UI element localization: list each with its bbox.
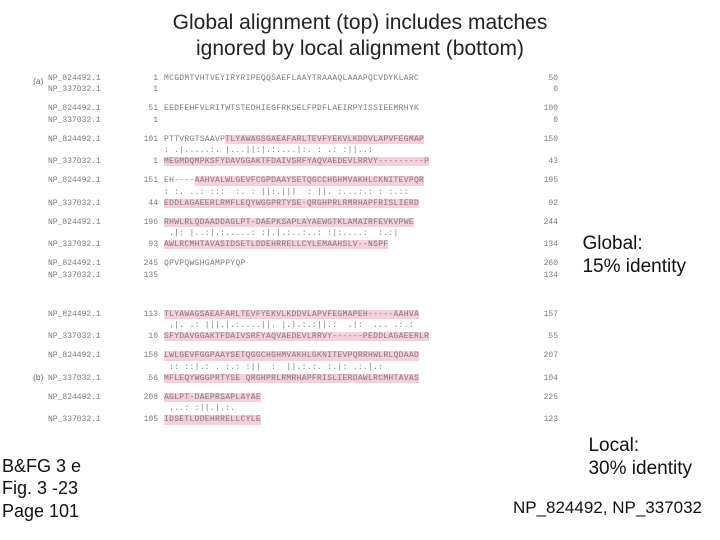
- seq-row: NP_337032.193AWLRCMHTAVASIDSETLDDEHRRELL…: [48, 240, 558, 249]
- match-row: .|: |..:|.:.....: :|.|.:..:..: :|:....: …: [48, 229, 558, 238]
- seq-row: NP_824492.1208AGLPT-DAEPRSAPLAYAE225: [48, 393, 558, 402]
- match-row: .|. .: |||.|.:....||. |.|.:.:||.: .|: ..…: [48, 321, 558, 330]
- title-line1: Global alignment (top) includes matches: [173, 11, 548, 34]
- seq-row: NP_824492.1196RHWLRLQDAADDAGLPT-DAEPKSAP…: [48, 218, 558, 227]
- global-annotation: Global: 15% identity: [582, 233, 686, 279]
- seq-row: NP_824492.1113TLYAWAGSAEAFARLTEVFYEKVLKD…: [48, 310, 558, 319]
- seq-row: NP_337032.110: [48, 85, 558, 94]
- reference-citation: B&FG 3 e Fig. 3 -23 Page 101: [2, 455, 81, 523]
- panel-b-label: (b): [33, 372, 43, 382]
- seq-row: NP_337032.110: [48, 116, 558, 125]
- alignment-panel: NP_824492.11MCGDMTVHTVEYIRYRIPEQQSAEFLAA…: [48, 74, 558, 427]
- match-row: ...: :||.|.:.: [48, 404, 558, 413]
- match-row: : :. ..: ::: :. : ||:.||| : ||. :...:.: …: [48, 188, 558, 197]
- seq-row: NP_337032.110SFYDAVGGAKTFDAIVSRFYAQVAEDE…: [48, 332, 558, 341]
- seq-row: NP_824492.1158LWLGEVFGGPAAYSETQGGCHGHMVA…: [48, 351, 558, 360]
- seq-row: NP_337032.144EDDLAGAEERLRMFLEQYWGGPRTYSE…: [48, 199, 558, 208]
- accession-ids: NP_824492, NP_337032: [513, 498, 702, 518]
- match-row: : .|.....:. |...||:|.:....|:. : .: :||..…: [48, 146, 558, 155]
- seq-row: NP_337032.1105IDSETLDDEHRRELLCYLE123: [48, 415, 558, 424]
- seq-row: NP_824492.1101PTTVRGTSAAVPTLYAWAGSGAEAFA…: [48, 135, 558, 144]
- seq-row: NP_824492.151EEDFEHFVLRITWTSTEDHIEGFRKSE…: [48, 104, 558, 113]
- seq-row: NP_824492.11MCGDMTVHTVEYIRYRIPEQQSAEFLAA…: [48, 74, 558, 83]
- seq-row: NP_337032.156MFLEQYWGGPRTYSE QRGHPRLRMRH…: [48, 374, 558, 383]
- local-annotation: Local: 30% identity: [588, 435, 692, 481]
- slide-title: Global alignment (top) includes matches …: [0, 0, 720, 71]
- seq-row: NP_337032.1135134: [48, 271, 558, 280]
- seq-row: NP_824492.1245QPVPQWSHGAMPPYQP260: [48, 259, 558, 268]
- seq-row: NP_337032.11MEGMDQMPKSFYDAVGGAKTFDAIVSRF…: [48, 157, 558, 166]
- title-line2: ignored by local alignment (bottom): [196, 37, 524, 60]
- panel-a-label: (a): [33, 76, 43, 86]
- match-row: :: ::|.: . :.: :|| : ||.:.:. :.|: .:.|.:: [48, 363, 558, 372]
- seq-row: NP_824492.1151EH----AAHVALWLGEVFCGPDAAYS…: [48, 176, 558, 185]
